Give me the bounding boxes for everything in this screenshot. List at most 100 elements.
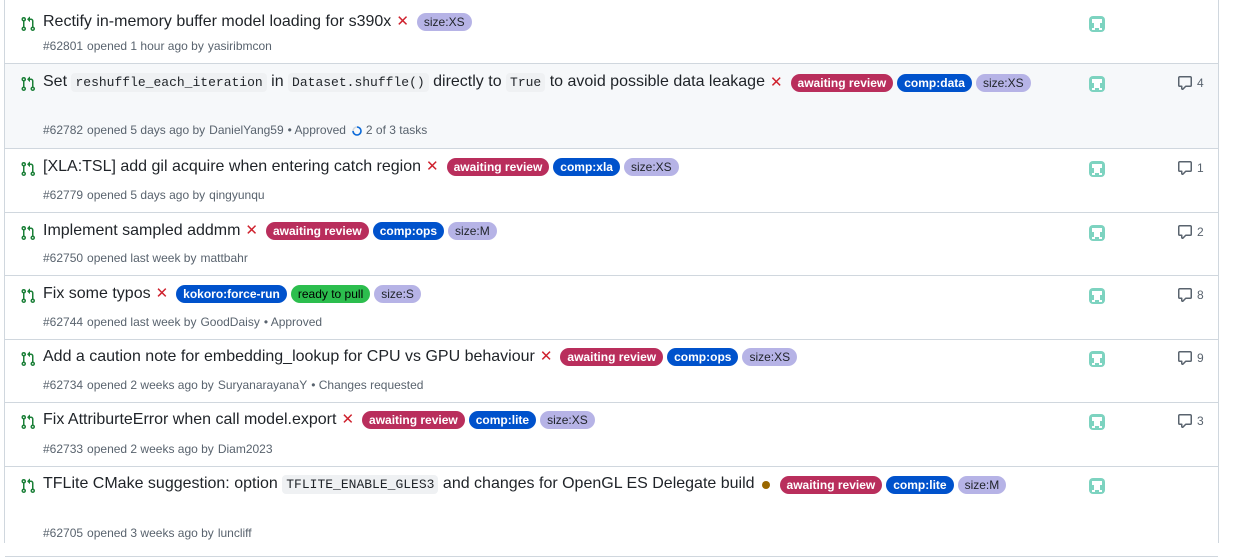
label-comp[interactable]: comp:ops: [372, 222, 445, 240]
avatar-icon[interactable]: [1088, 350, 1106, 368]
pr-opened: opened 3 weeks ago by: [87, 526, 214, 540]
pr-row[interactable]: Rectify in-memory buffer model loading f…: [5, 0, 1218, 64]
review-status[interactable]: • Approved: [264, 315, 322, 329]
git-pull-request-icon: [20, 76, 36, 92]
label-await[interactable]: awaiting review: [266, 222, 369, 240]
label-ready[interactable]: ready to pull: [290, 285, 371, 303]
pr-author[interactable]: luncliff: [218, 526, 252, 540]
label-await[interactable]: awaiting review: [779, 475, 883, 494]
x-icon[interactable]: ✕: [245, 220, 258, 242]
label-size[interactable]: size:XS: [975, 73, 1031, 92]
pr-title-text: directly to: [428, 73, 507, 90]
pr-row[interactable]: Fix some typos ✕ kokoro:force-run ready to …: [5, 276, 1218, 340]
pr-row[interactable]: [XLA:TSL] add gil acquire when entering …: [5, 149, 1218, 213]
pr-title-text: Fix AttriburteError when call model.expo…: [43, 411, 337, 428]
pr-title-link[interactable]: Set reshuffle_each_iteration in Dataset.…: [43, 71, 765, 94]
comment-count: 3: [1197, 414, 1204, 428]
pr-author[interactable]: yasiribmcon: [208, 39, 272, 53]
comment-icon: [1177, 287, 1193, 303]
label-size[interactable]: size:XS: [623, 158, 679, 176]
x-icon[interactable]: ✕: [426, 156, 439, 178]
label-comp[interactable]: comp:lite: [886, 475, 954, 494]
pr-number: #62779: [43, 188, 84, 202]
pr-title-link[interactable]: TFLite CMake suggestion: option TFLITE_E…: [43, 473, 755, 496]
avatar-icon[interactable]: [1088, 15, 1106, 33]
avatar-icon[interactable]: [1088, 160, 1106, 178]
avatar-icon[interactable]: [1088, 477, 1106, 495]
label-size[interactable]: size:XS: [742, 348, 798, 366]
dot-icon[interactable]: [761, 480, 770, 489]
label-await[interactable]: awaiting review: [790, 73, 894, 92]
pr-title-link[interactable]: Fix some typos: [43, 283, 151, 305]
pr-meta: #62750 opened last week by mattbahr: [43, 251, 252, 265]
comment-icon: [1177, 224, 1193, 240]
x-icon[interactable]: ✕: [341, 409, 354, 431]
comments-link[interactable]: 9: [1177, 350, 1204, 366]
review-status[interactable]: • Changes requested: [311, 378, 423, 392]
pr-title-text: Fix some typos: [43, 285, 151, 302]
comments-link[interactable]: 3: [1177, 413, 1204, 429]
label-size[interactable]: size:S: [374, 285, 421, 303]
label-await[interactable]: awaiting review: [560, 348, 664, 366]
comments-link[interactable]: 2: [1177, 224, 1204, 240]
pr-author[interactable]: Diam2023: [218, 442, 273, 456]
label-comp[interactable]: comp:ops: [667, 348, 739, 366]
pr-opened: opened 2 weeks ago by: [87, 378, 214, 392]
pr-title-link[interactable]: [XLA:TSL] add gil acquire when entering …: [43, 156, 421, 178]
pr-meta: #62733 opened 2 weeks ago by Diam2023: [43, 442, 277, 456]
label-await[interactable]: awaiting review: [446, 158, 550, 176]
label-size[interactable]: size:M: [448, 222, 497, 240]
pr-author[interactable]: SuryanarayanaY: [218, 378, 307, 392]
avatar-icon[interactable]: [1088, 224, 1106, 242]
x-icon[interactable]: ✕: [770, 72, 783, 94]
label-await[interactable]: awaiting review: [362, 411, 465, 429]
pr-title-text: to avoid possible data leakage: [545, 73, 765, 90]
review-status[interactable]: • Approved: [288, 123, 346, 137]
pr-number: #62705: [43, 526, 84, 540]
label-comp[interactable]: comp:lite: [468, 411, 537, 429]
pr-row[interactable]: Add a caution note for embedding_lookup …: [5, 340, 1218, 403]
pr-author[interactable]: GoodDaisy: [200, 315, 259, 329]
label-size[interactable]: size:XS: [416, 13, 472, 31]
comment-count: 1: [1197, 161, 1204, 175]
git-pull-request-icon: [20, 16, 36, 32]
avatar-icon[interactable]: [1088, 287, 1106, 305]
label-size[interactable]: size:XS: [540, 411, 595, 429]
pr-row[interactable]: TFLite CMake suggestion: option TFLITE_E…: [5, 467, 1218, 557]
pr-title-code: Dataset.shuffle(): [288, 73, 429, 92]
pr-author[interactable]: mattbahr: [200, 251, 247, 265]
label-comp[interactable]: comp:xla: [553, 158, 620, 176]
pr-title-line: Implement sampled addmm ✕ awaiting review c…: [43, 220, 1098, 242]
pr-title-text: Set: [43, 73, 72, 90]
pr-author[interactable]: DanielYang59: [209, 123, 284, 137]
pr-number: #62750: [43, 251, 84, 265]
task-progress[interactable]: 2 of 3 tasks: [366, 123, 427, 137]
x-icon[interactable]: ✕: [540, 346, 553, 368]
x-icon[interactable]: ✕: [396, 11, 409, 33]
pr-title-line: Fix some typos ✕ kokoro:force-run ready to …: [43, 283, 1098, 305]
pr-title-link[interactable]: Add a caution note for embedding_lookup …: [43, 346, 535, 368]
pr-title-link[interactable]: Implement sampled addmm: [43, 220, 240, 242]
pr-row[interactable]: Implement sampled addmm ✕ awaiting review c…: [5, 213, 1218, 276]
pr-row[interactable]: Fix AttriburteError when call model.expo…: [5, 403, 1218, 467]
pr-title-text: Rectify in-memory buffer model loading f…: [43, 13, 392, 30]
label-size[interactable]: size:M: [957, 475, 1007, 494]
avatar-icon[interactable]: [1088, 413, 1106, 431]
git-pull-request-icon: [20, 161, 36, 177]
label-comp[interactable]: kokoro:force-run: [176, 285, 287, 303]
pr-author[interactable]: qingyunqu: [209, 188, 264, 202]
pr-number: #62733: [43, 442, 84, 456]
label-comp[interactable]: comp:data: [897, 73, 972, 92]
pr-title-line: Rectify in-memory buffer model loading f…: [43, 11, 1098, 33]
comments-link[interactable]: 4: [1177, 75, 1204, 91]
x-icon[interactable]: ✕: [156, 283, 169, 305]
pr-opened: opened last week by: [87, 251, 197, 265]
comment-icon: [1177, 350, 1193, 366]
avatar-icon[interactable]: [1088, 75, 1106, 93]
comments-link[interactable]: 1: [1177, 160, 1204, 176]
pr-title-link[interactable]: Fix AttriburteError when call model.expo…: [43, 409, 336, 431]
comments-link[interactable]: 8: [1177, 287, 1204, 303]
pr-title-line: Add a caution note for embedding_lookup …: [43, 346, 1098, 368]
pr-title-link[interactable]: Rectify in-memory buffer model loading f…: [43, 11, 391, 33]
pr-row[interactable]: Set reshuffle_each_iteration in Dataset.…: [5, 64, 1218, 149]
